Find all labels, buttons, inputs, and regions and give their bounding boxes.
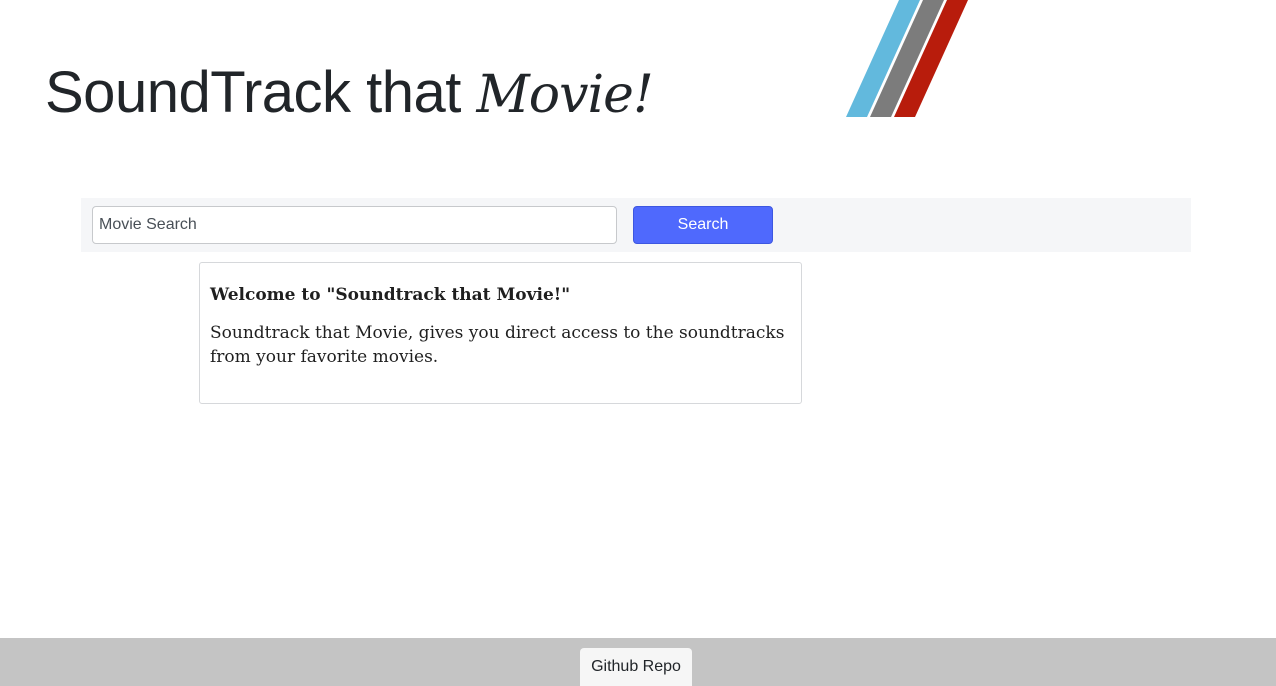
header: SoundTrack that Movie! bbox=[0, 0, 1276, 150]
search-button[interactable]: Search bbox=[633, 206, 773, 244]
github-repo-button[interactable]: Github Repo bbox=[580, 648, 692, 686]
welcome-card: Welcome to "Soundtrack that Movie!" Soun… bbox=[199, 262, 802, 404]
search-bar: Search bbox=[81, 198, 1191, 252]
page-title: SoundTrack that Movie! bbox=[45, 58, 654, 130]
page-title-main: SoundTrack that bbox=[45, 60, 477, 125]
page: SoundTrack that Movie! Search Welcome to… bbox=[0, 0, 1276, 686]
welcome-heading: Welcome to "Soundtrack that Movie!" bbox=[210, 285, 571, 305]
movie-search-input[interactable] bbox=[92, 206, 617, 244]
page-title-accent: Movie! bbox=[476, 65, 654, 125]
welcome-body: Soundtrack that Movie, gives you direct … bbox=[210, 323, 785, 367]
stripes-logo-icon bbox=[846, 0, 968, 117]
footer: Github Repo bbox=[0, 638, 1276, 686]
